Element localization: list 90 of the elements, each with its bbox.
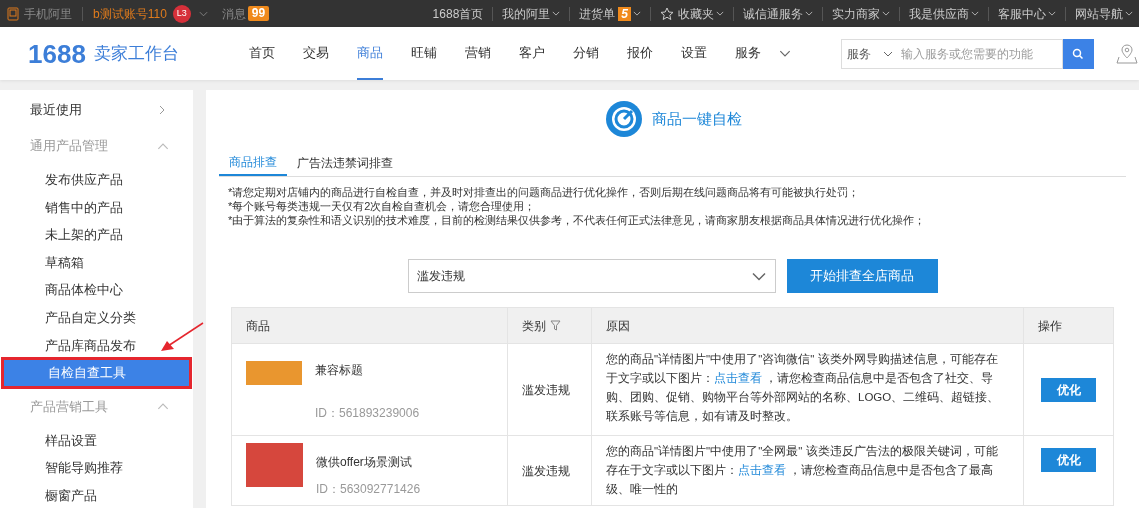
nav-tab[interactable]: 服务 (734, 27, 761, 80)
caret-down-icon (198, 10, 208, 17)
reason-text: 您的商品"详情图片"中使用了"咨询微信" 该类外网导购描述信息，可能存在于文字或以下图片：点击查看 ，请您检查商品信息中是否包含了社交、导购、团购、促销、购物平台等外部网站的名称、LOGO、二维码、超链接、联系账号等信息，如有请及时整改。 (606, 352, 1001, 424)
nav-tab[interactable]: 报价 (626, 27, 653, 80)
nav-tab[interactable]: 客户 (518, 27, 545, 80)
tab[interactable]: 商品排查 (219, 150, 287, 176)
sidebar-item[interactable]: 产品库商品发布 (0, 331, 193, 360)
search-button[interactable] (1062, 38, 1094, 69)
brand-title: 卖家工作台 (93, 42, 179, 65)
top-nav-link[interactable]: 客服中心 (998, 4, 1056, 23)
sidebar-item[interactable]: 商品体检中心 (0, 276, 193, 304)
sidebar-item[interactable]: 橱窗产品 (0, 481, 193, 508)
caret-down-icon (882, 11, 890, 16)
nav-tab[interactable]: 设置 (680, 27, 707, 80)
search-field[interactable]: 服务 输入服务或您需要的功能 (840, 38, 1063, 69)
chevron-right-icon (159, 104, 165, 116)
top-nav-link[interactable]: 进货单 5 (579, 4, 641, 23)
column-header: 原因 (591, 308, 1023, 343)
start-scan-button[interactable]: 开始排查全店商品 (786, 259, 938, 293)
chevron-up-icon (157, 403, 169, 411)
top-nav-link[interactable]: 收藏夹 (660, 4, 724, 23)
top-nav-link[interactable]: 我的阿里 (502, 4, 561, 23)
sidebar-item[interactable]: 未上架的产品 (0, 221, 193, 249)
account-name[interactable]: b测试账号110 (93, 4, 167, 23)
chevron-up-icon (157, 142, 169, 150)
top-nav-link[interactable]: 实力商家 (832, 4, 890, 23)
product-id: ID：563092771426 (316, 481, 421, 498)
level-badge: L3 (172, 4, 191, 23)
sidebar-item[interactable]: 智能导购推荐 (0, 454, 193, 482)
sidebar-item[interactable]: 产品自定义分类 (0, 303, 193, 332)
top-nav-link[interactable]: 诚信通服务 (743, 4, 813, 23)
category-text: 滥发违规 (522, 381, 570, 399)
caret-down-icon (805, 11, 813, 16)
brand-number: 1688 (28, 40, 86, 67)
top-nav-link[interactable]: 我是供应商 (909, 4, 979, 23)
notice-text: *由于算法的复杂性和语义识别的技术难度，目前的检测结果仅供参考，不代表任何正式法律意见，请商家朋友根据商品具体情况进行优化操作； (228, 213, 927, 227)
optimize-button[interactable]: 优化 (1041, 377, 1096, 402)
phone-icon (6, 6, 20, 21)
reason-text: 您的商品"详情图片"中使用了"全网最" 该类违反广告法的极限关键词，可能存在于文字或以下图片：点击查看 ，请您检查商品信息中是否包含了最高级、唯一性的 (606, 444, 999, 497)
product-id: ID：561893239006 (315, 405, 420, 422)
product-thumbnail (246, 361, 302, 385)
sidebar-item[interactable]: 样品设置 (0, 426, 193, 455)
nav-tab[interactable]: 商品 (356, 27, 383, 80)
top-nav-link[interactable]: 1688首页 (432, 4, 484, 23)
notice-text: *请您定期对店铺内的商品进行自检自查，并及时对排查出的问题商品进行优化操作，否则后期在线问题商品将有可能被执行处罚； (228, 185, 861, 199)
filter-icon (550, 320, 561, 331)
search-scope[interactable]: 服务 (846, 44, 871, 63)
category-text: 滥发违规 (522, 462, 570, 480)
message-count-badge: 99 (247, 6, 270, 21)
caret-down-icon (882, 50, 893, 57)
product-title[interactable]: 兼容标题 (315, 361, 420, 379)
star-icon (660, 6, 674, 21)
caret-down-icon (716, 11, 724, 16)
nav-tab[interactable]: 交易 (302, 27, 329, 80)
annotation-arrow (160, 322, 204, 352)
caret-down-icon (633, 11, 641, 16)
top-nav-link[interactable]: 网站导航 (1075, 4, 1133, 23)
notice-text: *每个账号每类违规一天仅有2次自检自查机会，请您合理使用； (228, 199, 537, 213)
nav-tab[interactable]: 分销 (572, 27, 599, 80)
caret-down-icon (552, 11, 561, 16)
product-thumbnail (246, 443, 303, 487)
nav-tab[interactable]: 旺铺 (410, 27, 437, 80)
category-dropdown[interactable]: 滥发违规 (407, 259, 776, 293)
caret-down-icon (1048, 11, 1056, 16)
target-icon (603, 99, 644, 139)
sidebar-item[interactable]: 发布供应产品 (0, 166, 193, 194)
view-link[interactable]: 点击查看 (738, 464, 786, 476)
mobile-link[interactable]: 手机阿里 (24, 4, 72, 23)
product-title[interactable]: 微供offer场景测试 (316, 453, 421, 471)
sidebar-item[interactable]: 销售中的产品 (0, 193, 193, 222)
map-pin-icon (1115, 42, 1138, 65)
optimize-button[interactable]: 优化 (1041, 448, 1096, 472)
messages-link[interactable]: 消息 (221, 4, 246, 23)
caret-down-icon (778, 50, 791, 57)
tab[interactable]: 广告法违禁词排查 (287, 150, 403, 176)
column-header: 类别 (507, 308, 591, 343)
caret-down-icon (971, 11, 979, 16)
nav-tab[interactable]: 首页 (248, 27, 275, 80)
sidebar-recent[interactable]: 最近使用 (0, 94, 193, 126)
column-header: 商品 (245, 317, 271, 335)
search-icon (1072, 47, 1085, 60)
page-title: 商品一键自检 (651, 108, 742, 129)
column-header: 操作 (1023, 308, 1113, 343)
sidebar-item[interactable]: 自检自查工具 (3, 359, 190, 387)
caret-down-icon (750, 271, 767, 281)
view-link[interactable]: 点击查看 (714, 372, 762, 384)
sidebar-item[interactable]: 草稿箱 (0, 248, 193, 277)
caret-down-icon (1125, 11, 1133, 16)
nav-tab[interactable]: 营销 (464, 27, 491, 80)
cart-count-badge: 5 (618, 6, 631, 21)
